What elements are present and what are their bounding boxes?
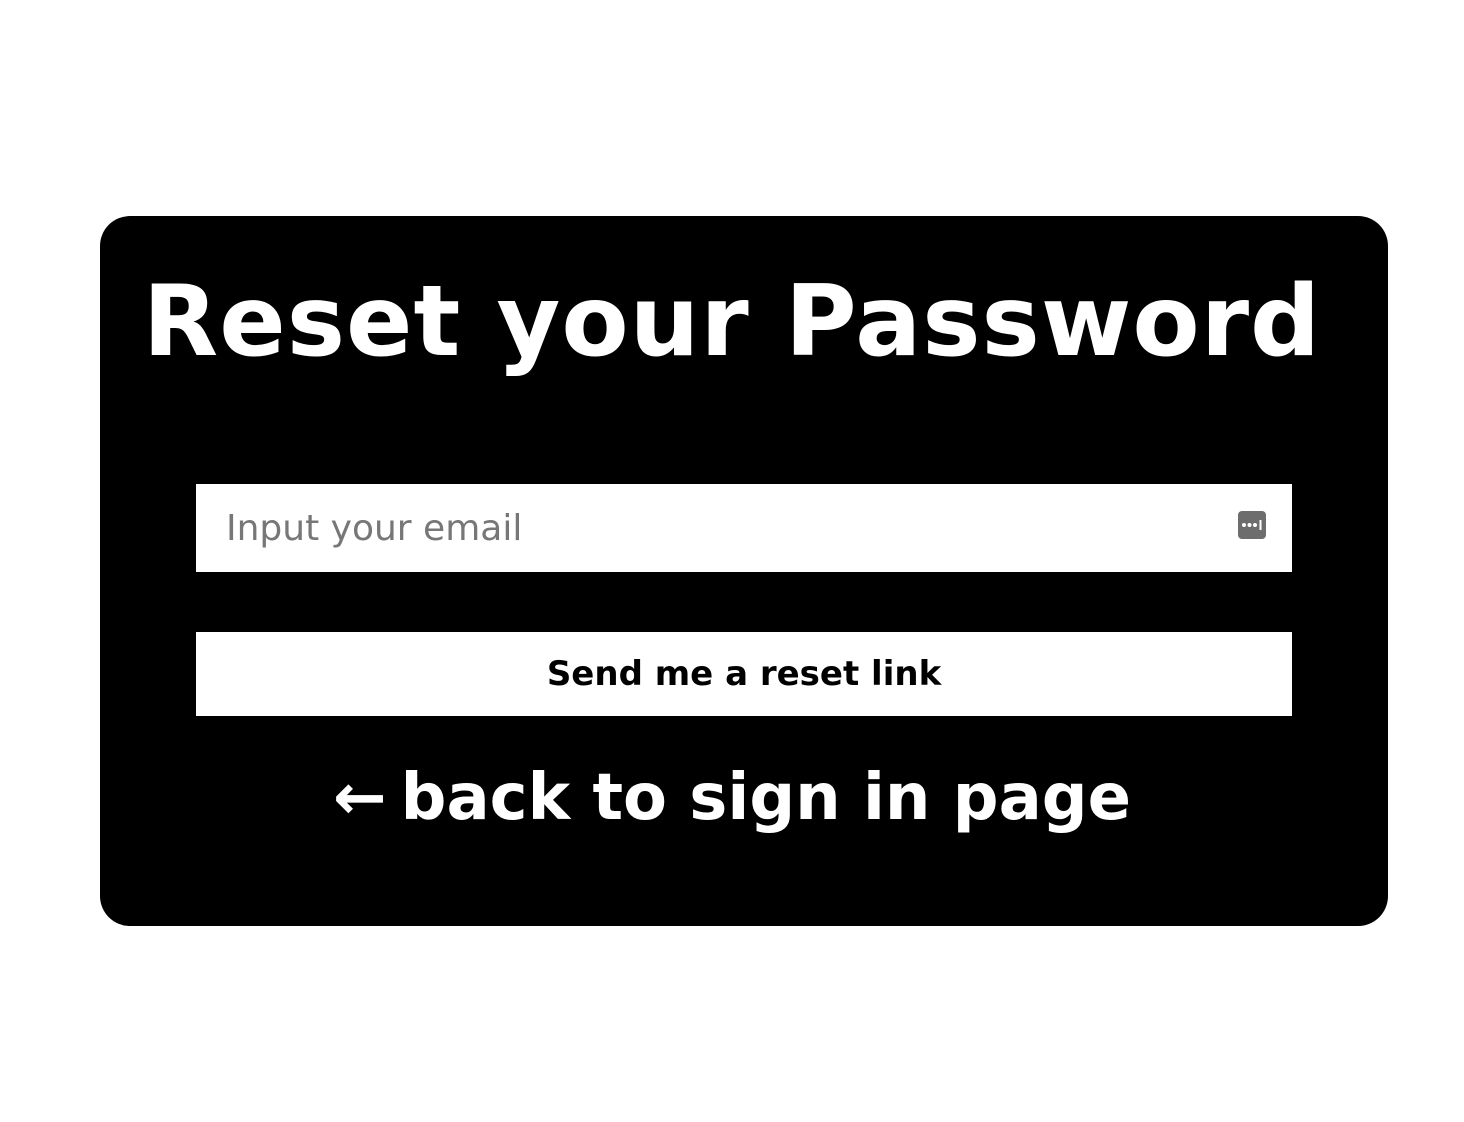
arrow-left-icon: ← [333,761,387,835]
email-input[interactable] [196,484,1292,572]
page-title: Reset your Password [142,265,1322,379]
back-to-sign-in-link[interactable]: ← back to sign in page [0,756,1464,840]
back-link-label: back to sign in page [400,761,1131,835]
send-reset-link-button[interactable]: Send me a reset link [196,632,1292,716]
password-manager-icon[interactable] [1238,511,1266,539]
email-field-container [196,484,1292,572]
